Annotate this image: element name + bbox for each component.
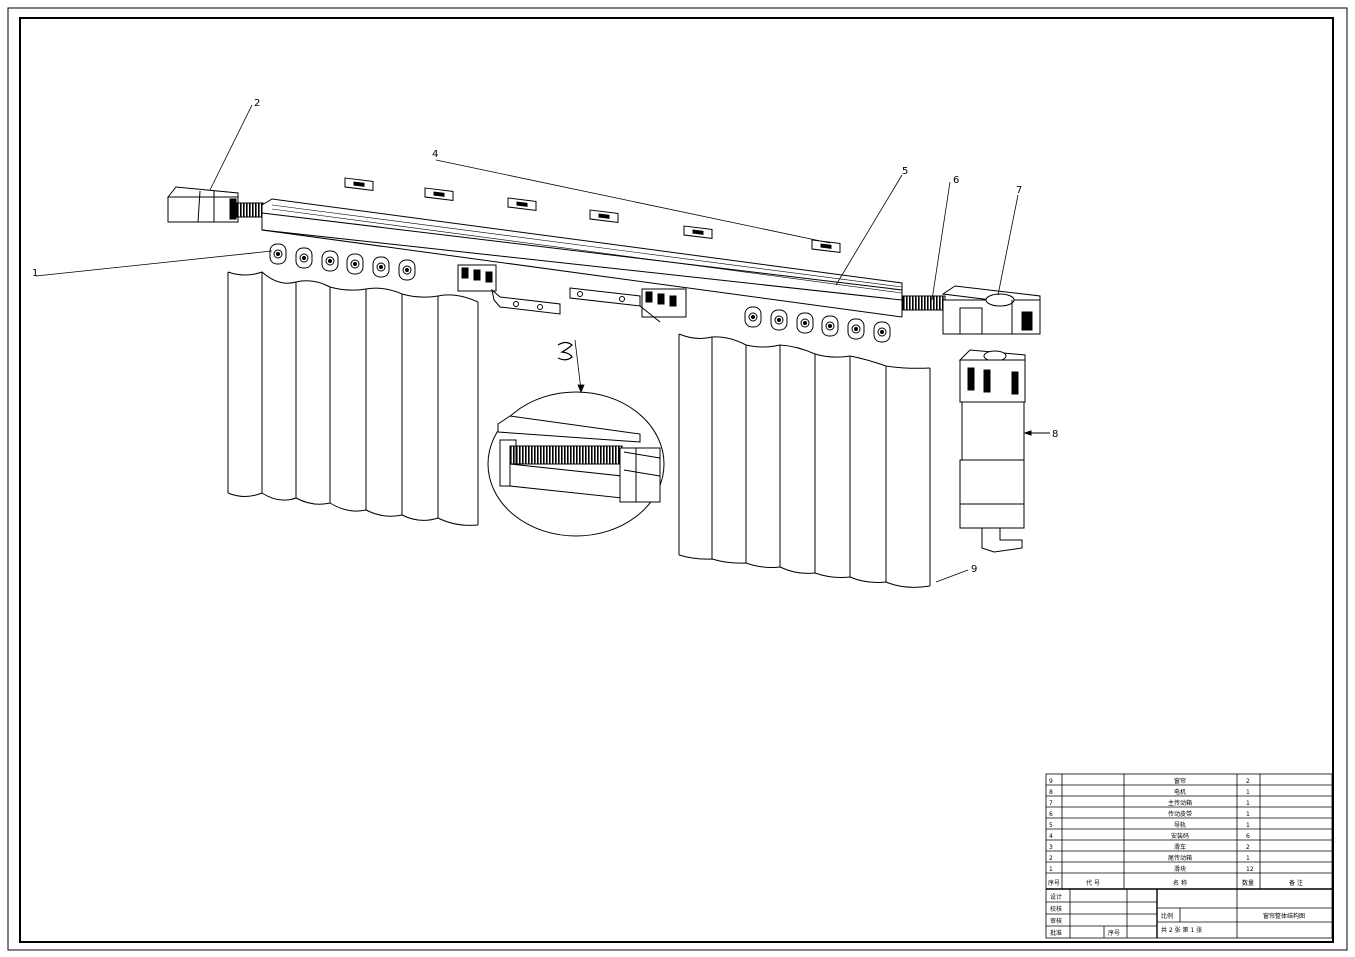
part-qty: 1 [1246,855,1250,862]
callout-5: 5 [902,166,908,177]
label-check: 校核 [1050,905,1062,913]
part-qty: 2 [1246,778,1250,785]
part-no: 9 [1049,778,1053,785]
part-qty: 1 [1246,800,1250,807]
curtain-left [227,271,479,526]
parts-row: 8 电机 1 [1049,788,1250,796]
carriage-left [457,264,561,315]
callout-9: 9 [971,564,977,575]
outer-frame [7,7,1348,951]
motor [958,349,1050,553]
parts-row: 2 尾传动箱 1 [1049,854,1250,862]
part-name: 窗帘 [1174,777,1186,785]
parts-rows: 9 窗帘 2 8 电机 1 7 主传动箱 1 6 传动皮带 1 5 导轨 1 4… [1049,777,1254,873]
callout-1: 1 [32,268,38,279]
label-design: 设计 [1050,893,1062,901]
label-review: 审核 [1050,917,1062,925]
parts-row: 1 滑块 12 [1049,865,1254,873]
parts-row: 6 传动皮带 1 [1049,810,1250,818]
part-name: 滑块 [1174,865,1186,873]
part-no: 8 [1049,789,1053,796]
assembly-drawing: 1 2 4 5 6 7 8 9 9 窗帘 2 8 电机 1 7 主传动箱 1 6… [7,7,1348,951]
part-qty: 12 [1246,866,1254,873]
callout-6: 6 [953,175,959,186]
part-name: 主传动箱 [1168,799,1192,807]
part-no: 4 [1049,833,1053,840]
tail-gearbox [167,186,239,223]
sheet-count: 共 2 张 第 1 张 [1161,926,1202,934]
header-qty: 数量 [1242,879,1254,887]
part-name: 电机 [1174,788,1186,796]
parts-row: 3 滑车 2 [1049,843,1250,851]
carriage-right [569,287,687,323]
part-no: 5 [1049,822,1053,829]
parts-row: 5 导轨 1 [1049,821,1250,829]
part-qty: 6 [1246,833,1250,840]
header-name: 名 称 [1173,879,1187,887]
part-no: 1 [1049,866,1053,873]
part-no: 7 [1049,800,1053,807]
part-no: 6 [1049,811,1053,818]
sliders-left [269,243,416,281]
label-seq: 序号 [1108,929,1120,937]
parts-header: 序号 代 号 名 称 数量 备 注 [1048,879,1303,887]
part-name: 传动皮带 [1168,810,1192,818]
parts-row: 9 窗帘 2 [1049,777,1250,785]
callout-2: 2 [254,98,260,109]
inner-frame [19,17,1334,943]
part-no: 3 [1049,844,1053,851]
drawing-title: 窗帘整体结构图 [1263,912,1305,920]
main-gearbox [941,285,1041,335]
header-no: 序号 [1048,879,1060,887]
part-qty: 1 [1246,822,1250,829]
callout-7: 7 [1016,185,1022,196]
part-name: 尾传动箱 [1168,854,1192,862]
leader-lines [35,104,1019,583]
callout-8: 8 [1052,429,1058,440]
belt-right-teeth [902,295,946,311]
header-remark: 备 注 [1289,879,1303,887]
callout-4: 4 [432,149,438,160]
parts-row: 7 主传动箱 1 [1049,799,1250,807]
part-name: 导轨 [1174,821,1186,829]
curtain-right [678,333,931,588]
label-scale: 比例 [1161,912,1173,920]
part-qty: 1 [1246,811,1250,818]
belt-left-teeth [236,202,264,218]
title-block: 设计 校核 审核 批准 序号 比例 窗帘整体结构图 共 2 张 第 1 张 [1050,893,1305,937]
part-qty: 1 [1246,789,1250,796]
part-name: 滑车 [1174,843,1186,851]
part-name: 安装码 [1171,832,1189,840]
part-qty: 2 [1246,844,1250,851]
part-no: 2 [1049,855,1053,862]
detail-view [487,391,665,537]
header-code: 代 号 [1086,879,1100,887]
parts-row: 4 安装码 6 [1049,832,1250,840]
label-approve: 批准 [1050,929,1062,937]
